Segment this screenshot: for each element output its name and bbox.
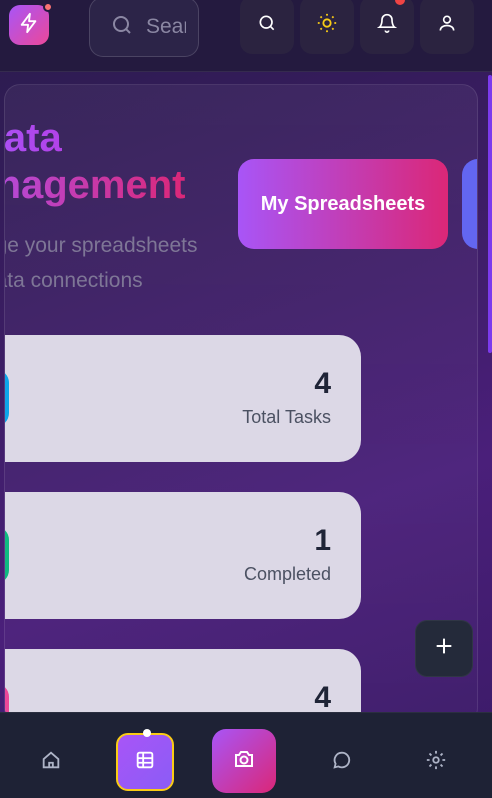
notification-dot (395, 0, 405, 5)
search-input[interactable] (146, 15, 186, 39)
stat-label: Total Tasks (242, 407, 331, 427)
stat-value: 4 (314, 681, 331, 714)
home-icon (40, 749, 62, 776)
nav-settings[interactable] (407, 733, 465, 791)
search-field[interactable] (89, 0, 199, 57)
title-line-2: Management (5, 162, 186, 209)
bottom-nav (0, 712, 492, 798)
main-panel: Data Management Manage your spreadsheets… (4, 84, 478, 724)
camera-icon (232, 747, 256, 776)
page-subtitle: Manage your spreadsheets and data connec… (5, 228, 198, 298)
search-button[interactable] (240, 0, 294, 54)
theme-toggle-button[interactable] (300, 0, 354, 54)
chat-icon (331, 749, 353, 776)
subtitle-line-1: Manage your spreadsheets (5, 234, 198, 257)
stat-label: Completed (243, 564, 331, 584)
plus-icon (433, 635, 455, 662)
nav-chat[interactable] (313, 733, 371, 791)
settings-icon (425, 749, 447, 776)
subtitle-line-2: and data connections (5, 269, 143, 292)
page-title: Data Management (5, 115, 186, 209)
user-icon (437, 13, 457, 38)
stat-icon-container (5, 369, 9, 427)
spreadsheet-icon (134, 749, 156, 776)
stat-value: 4 (314, 367, 331, 400)
active-indicator (143, 729, 151, 737)
my-spreadsheets-label: My Spreadsheets (260, 192, 426, 215)
my-spreadsheets-button[interactable]: My Spreadsheets (238, 159, 448, 249)
bell-icon (376, 13, 398, 38)
add-button[interactable] (415, 620, 473, 677)
stat-value: 1 (314, 524, 331, 557)
nav-camera[interactable] (212, 729, 276, 793)
search-icon (257, 13, 277, 38)
profile-button[interactable] (420, 0, 474, 54)
notifications-button[interactable] (360, 0, 414, 54)
stat-card-completed[interactable]: 1 Completed (5, 492, 361, 619)
title-line-1: Data (5, 115, 186, 162)
stat-card-total-tasks[interactable]: 4 Total Tasks (5, 335, 361, 462)
nav-home[interactable] (22, 733, 80, 791)
top-bar (0, 0, 492, 72)
secondary-action-button[interactable] (462, 159, 477, 249)
notification-dot (43, 2, 53, 12)
app-logo-button[interactable] (9, 2, 53, 45)
sun-icon (316, 12, 338, 39)
search-icon (110, 13, 134, 42)
scrollbar[interactable] (488, 75, 492, 353)
stat-icon-container (5, 526, 9, 584)
lightning-icon (18, 12, 40, 39)
nav-spreadsheets[interactable] (116, 729, 174, 791)
